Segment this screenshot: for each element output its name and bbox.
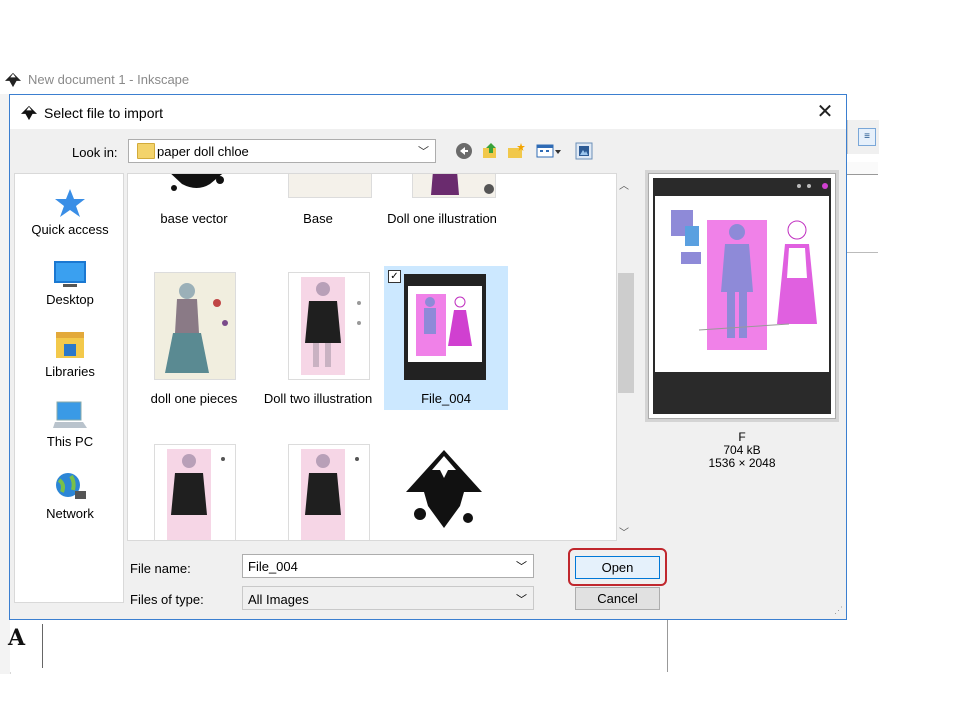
place-libraries[interactable]: Libraries [15,330,125,379]
file-thumbnail [288,444,370,540]
file-item[interactable]: Doll one illustration [380,174,504,250]
file-thumbnail [404,274,486,380]
resize-grip-icon[interactable]: ⋰ [834,605,843,616]
places-bar: Quick access Desktop Libraries This PC N… [14,173,124,603]
inkscape-logo-icon [5,72,21,88]
file-list-scrollbar[interactable]: ︿ ﹀ [617,173,635,541]
file-thumbnail [154,272,236,380]
checkbox-icon[interactable]: ✓ [388,270,401,283]
close-icon[interactable]: ✕ [812,99,838,125]
place-label: Quick access [31,222,109,237]
align-icon[interactable]: ≡ [858,128,876,146]
chevron-down-icon[interactable]: ﹀ [516,558,527,574]
new-folder-icon[interactable] [506,142,526,160]
back-icon[interactable] [454,142,474,160]
view-menu-icon[interactable] [534,142,564,160]
place-network[interactable]: Network [15,472,125,521]
file-type-dropdown[interactable]: All Images ﹀ [242,586,534,610]
preview-pane [648,173,840,421]
vertical-ruler [42,624,59,668]
inkscape-logo-icon [21,105,37,121]
file-thumbnail [288,174,372,198]
scroll-up-icon[interactable]: ︿ [619,177,629,192]
network-icon [56,473,86,499]
inkscape-window-title: New document 1 - Inkscape [28,72,190,87]
file-name: Doll one illustration [387,211,497,226]
dialog-titlebar: Select file to import ✕ [10,95,846,129]
file-item[interactable]: Doll two illustration [256,266,380,414]
file-item-selected[interactable]: ✓ File_004 [384,266,508,410]
place-this-pc[interactable]: This PC [15,400,125,449]
file-name-value: File_004 [248,559,298,574]
file-thumbnail [171,174,224,191]
inkscape-file-icon [406,450,482,528]
file-item[interactable]: base vector [132,174,256,250]
place-label: This PC [46,434,94,449]
text-tool-icon[interactable]: A [8,625,25,651]
scrollbar-thumb[interactable] [618,273,634,393]
look-in-dropdown[interactable]: paper doll chloe ﹀ [128,139,436,163]
file-thumbnail [412,174,496,198]
place-quick-access[interactable]: Quick access [15,188,125,237]
file-name: doll one pieces [150,391,238,406]
place-desktop[interactable]: Desktop [15,260,125,307]
chevron-down-icon: ﹀ [516,594,527,606]
file-item[interactable]: doll one pieces [132,266,256,414]
file-name: base vector [160,211,228,226]
folder-icon [137,143,155,159]
preview-info: F 704 kB 1536 × 2048 [642,431,842,470]
divider [847,252,878,253]
preview-toggle-icon[interactable] [574,142,594,160]
file-name: Doll two illustration [263,391,373,406]
file-item[interactable] [132,440,256,540]
chevron-down-icon: ﹀ [418,146,429,158]
inkscape-ruler [847,162,878,175]
file-item[interactable]: Base [256,174,380,250]
file-item[interactable] [380,440,504,540]
look-in-value: paper doll chloe [157,144,249,159]
libraries-icon [56,332,84,358]
place-label: Network [46,506,94,521]
file-list: base vector Base Doll one illustration d… [127,173,617,541]
cancel-button[interactable]: Cancel [575,587,660,610]
star-icon [55,189,85,217]
open-button[interactable]: Open [575,556,660,579]
preview-image [648,173,836,419]
up-folder-icon[interactable] [480,142,500,160]
file-thumbnail [154,444,236,540]
inkscape-window-titlebar: New document 1 - Inkscape [0,66,560,94]
file-type-label: Files of type: [130,592,204,607]
file-thumbnail [288,272,370,380]
preview-dimensions: 1536 × 2048 [708,456,776,470]
import-dialog: Select file to import ✕ Look in: paper d… [9,94,847,620]
desktop-icon [54,261,86,287]
dialog-title: Select file to import [44,105,164,121]
computer-icon [53,401,87,428]
file-name-input[interactable]: File_004 ﹀ [242,554,534,578]
look-in-label: Look in: [72,145,118,160]
file-name: Base [303,211,333,226]
place-label: Libraries [45,364,95,379]
file-name-label: File name: [130,561,191,576]
inkscape-right-toolbar: ≡ [847,120,879,154]
file-item[interactable] [256,440,380,540]
file-name: File_004 [421,391,471,406]
place-label: Desktop [46,292,94,307]
scroll-down-icon[interactable]: ﹀ [619,524,629,539]
inkscape-canvas [10,620,668,672]
file-type-value: All Images [248,592,309,607]
